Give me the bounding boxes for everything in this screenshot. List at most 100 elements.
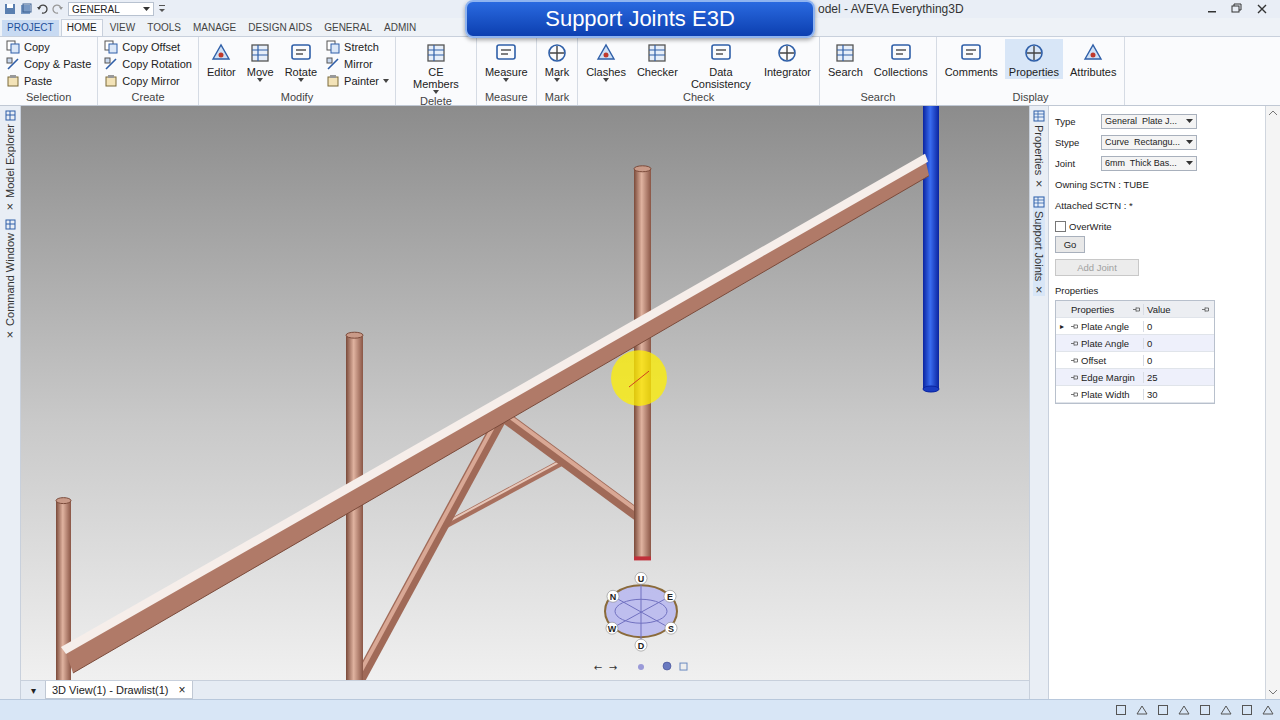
compass-label[interactable]: D xyxy=(638,641,645,651)
tool-icon xyxy=(104,57,118,71)
restore-icon[interactable] xyxy=(1224,1,1248,17)
ribbon-button[interactable]: Properties xyxy=(1005,39,1063,79)
ribbon-tab[interactable]: PROJECT xyxy=(2,20,59,36)
compass-label[interactable]: N xyxy=(610,592,616,602)
ribbon-button[interactable]: CE Members xyxy=(400,39,472,95)
ribbon-button[interactable]: Integrator xyxy=(760,39,815,79)
ribbon-small-button[interactable]: Paste xyxy=(4,73,93,89)
ribbon-small-button[interactable]: Copy & Paste xyxy=(4,56,93,72)
ribbon-small-button[interactable]: Stretch xyxy=(324,39,391,55)
close-icon[interactable] xyxy=(1248,1,1276,17)
dropdown[interactable]: General Plate J... xyxy=(1101,114,1197,129)
tab-list-menu[interactable]: ▾ xyxy=(21,681,45,699)
status-icon[interactable] xyxy=(1178,704,1190,716)
dock-close[interactable]: × xyxy=(6,329,13,341)
dock-tab[interactable]: Command Window × xyxy=(4,219,16,341)
cube-icon[interactable] xyxy=(680,663,687,670)
dock-tab[interactable]: Model Explorer × xyxy=(4,110,16,213)
status-icon[interactable] xyxy=(1157,704,1169,716)
dropdown[interactable]: 6mm Thick Bas... xyxy=(1101,156,1197,171)
dock-tab[interactable]: Properties × xyxy=(1033,110,1045,190)
nav-arrow[interactable]: ← xyxy=(594,662,602,673)
property-row[interactable]: Plate Width 30 xyxy=(1056,386,1214,403)
3d-viewport[interactable]: U N E W S D ← → xyxy=(21,106,1029,680)
status-icon[interactable] xyxy=(1241,704,1253,716)
ribbon-button[interactable]: Mark xyxy=(541,39,573,83)
ribbon-button[interactable]: Checker xyxy=(633,39,682,79)
pin-icon[interactable] xyxy=(1202,307,1209,312)
scroll-up-icon[interactable] xyxy=(1269,110,1277,116)
ribbon-small-button[interactable]: Copy Mirror xyxy=(102,73,194,89)
ribbon-tab[interactable]: ADMIN xyxy=(379,20,421,36)
ribbon-button[interactable]: Data Consistency xyxy=(685,39,757,91)
save-icon[interactable] xyxy=(4,3,16,15)
dock-close[interactable]: × xyxy=(6,201,13,213)
ribbon-button[interactable]: Clashes xyxy=(582,39,630,83)
minimize-icon[interactable] xyxy=(1200,1,1224,17)
ribbon-button[interactable]: Search xyxy=(824,39,867,79)
ribbon-small-button[interactable]: Painter xyxy=(324,73,391,89)
property-row[interactable]: Edge Margin 25 xyxy=(1056,369,1214,386)
ribbon-button[interactable]: Attributes xyxy=(1066,39,1120,79)
status-icon[interactable] xyxy=(1136,704,1148,716)
scroll-down-icon[interactable] xyxy=(1269,689,1277,695)
status-icon[interactable] xyxy=(1115,704,1127,716)
tab-close[interactable]: × xyxy=(179,683,186,697)
undo-icon[interactable] xyxy=(36,3,48,15)
workspace-select[interactable]: GENERAL xyxy=(68,2,154,16)
ribbon-tab[interactable]: MANAGE xyxy=(188,20,241,36)
ribbon-tab[interactable]: VIEW xyxy=(105,20,141,36)
ribbon-small-button[interactable]: Copy xyxy=(4,39,93,55)
property-row[interactable]: Offset 0 xyxy=(1056,352,1214,369)
property-row[interactable]: Plate Angle 0 xyxy=(1056,335,1214,352)
compass-label[interactable]: S xyxy=(668,624,674,634)
home-view-icon[interactable] xyxy=(638,664,644,670)
ribbon-button[interactable]: Comments xyxy=(941,39,1002,79)
dropdown-caret-icon xyxy=(383,79,389,83)
orientation-cube[interactable]: U N E W S D xyxy=(605,572,677,651)
ribbon-button[interactable]: Rotate xyxy=(281,39,321,83)
ribbon-button[interactable]: Measure xyxy=(481,39,532,83)
ribbon-tab[interactable]: DESIGN AIDS xyxy=(243,20,317,36)
column-header[interactable]: Properties xyxy=(1068,304,1144,315)
ribbon-button[interactable]: Editor xyxy=(203,39,240,79)
status-icon[interactable] xyxy=(1262,704,1274,716)
ribbon-tab[interactable]: GENERAL xyxy=(319,20,377,36)
model-view[interactable]: U N E W S D ← → xyxy=(21,106,1029,680)
ribbon-small-button[interactable]: Copy Rotation xyxy=(102,56,194,72)
save-all-icon[interactable] xyxy=(20,3,32,15)
dropdown[interactable]: Curve Rectangu... xyxy=(1101,135,1197,150)
compass-label[interactable]: U xyxy=(638,574,644,584)
tool-icon xyxy=(645,41,669,65)
pin-icon[interactable] xyxy=(1133,307,1140,312)
main-beam[interactable] xyxy=(61,154,929,673)
blue-pipe[interactable] xyxy=(923,106,939,392)
ribbon-button[interactable]: Move xyxy=(243,39,278,83)
pin-icon xyxy=(1071,324,1078,329)
dock-close[interactable]: × xyxy=(1035,284,1042,296)
ribbon-tab[interactable]: TOOLS xyxy=(142,20,186,36)
column-header[interactable]: Value xyxy=(1144,304,1212,315)
add-joint-button[interactable]: Add Joint xyxy=(1055,259,1139,276)
overwrite-checkbox[interactable]: OverWrite xyxy=(1055,221,1112,232)
knee-brace[interactable] xyxy=(506,418,641,518)
ribbon-small-button[interactable]: Mirror xyxy=(324,56,391,72)
ribbon-small-button[interactable]: Copy Offset xyxy=(102,39,194,55)
property-row[interactable]: ▸ Plate Angle 0 xyxy=(1056,318,1214,335)
document-tab[interactable]: 3D View(1) - Drawlist(1) × xyxy=(45,681,193,699)
compass-label[interactable]: E xyxy=(667,592,673,602)
dock-tab[interactable]: Support Joints × xyxy=(1033,196,1045,296)
dock-close[interactable]: × xyxy=(1035,178,1042,190)
nav-arrow[interactable]: → xyxy=(609,662,617,673)
status-icon[interactable] xyxy=(1220,704,1232,716)
field-row: Type General Plate J... xyxy=(1055,111,1197,131)
panel-scrollbar[interactable] xyxy=(1266,106,1280,699)
ribbon-button[interactable]: Collections xyxy=(870,39,932,79)
ribbon-tab[interactable]: HOME xyxy=(61,19,103,36)
go-button[interactable]: Go xyxy=(1055,236,1085,253)
compass-label[interactable]: W xyxy=(608,624,617,634)
status-icon[interactable] xyxy=(1199,704,1211,716)
redo-icon[interactable] xyxy=(52,3,64,15)
globe-icon[interactable] xyxy=(663,662,671,670)
customize-icon[interactable] xyxy=(158,4,166,14)
